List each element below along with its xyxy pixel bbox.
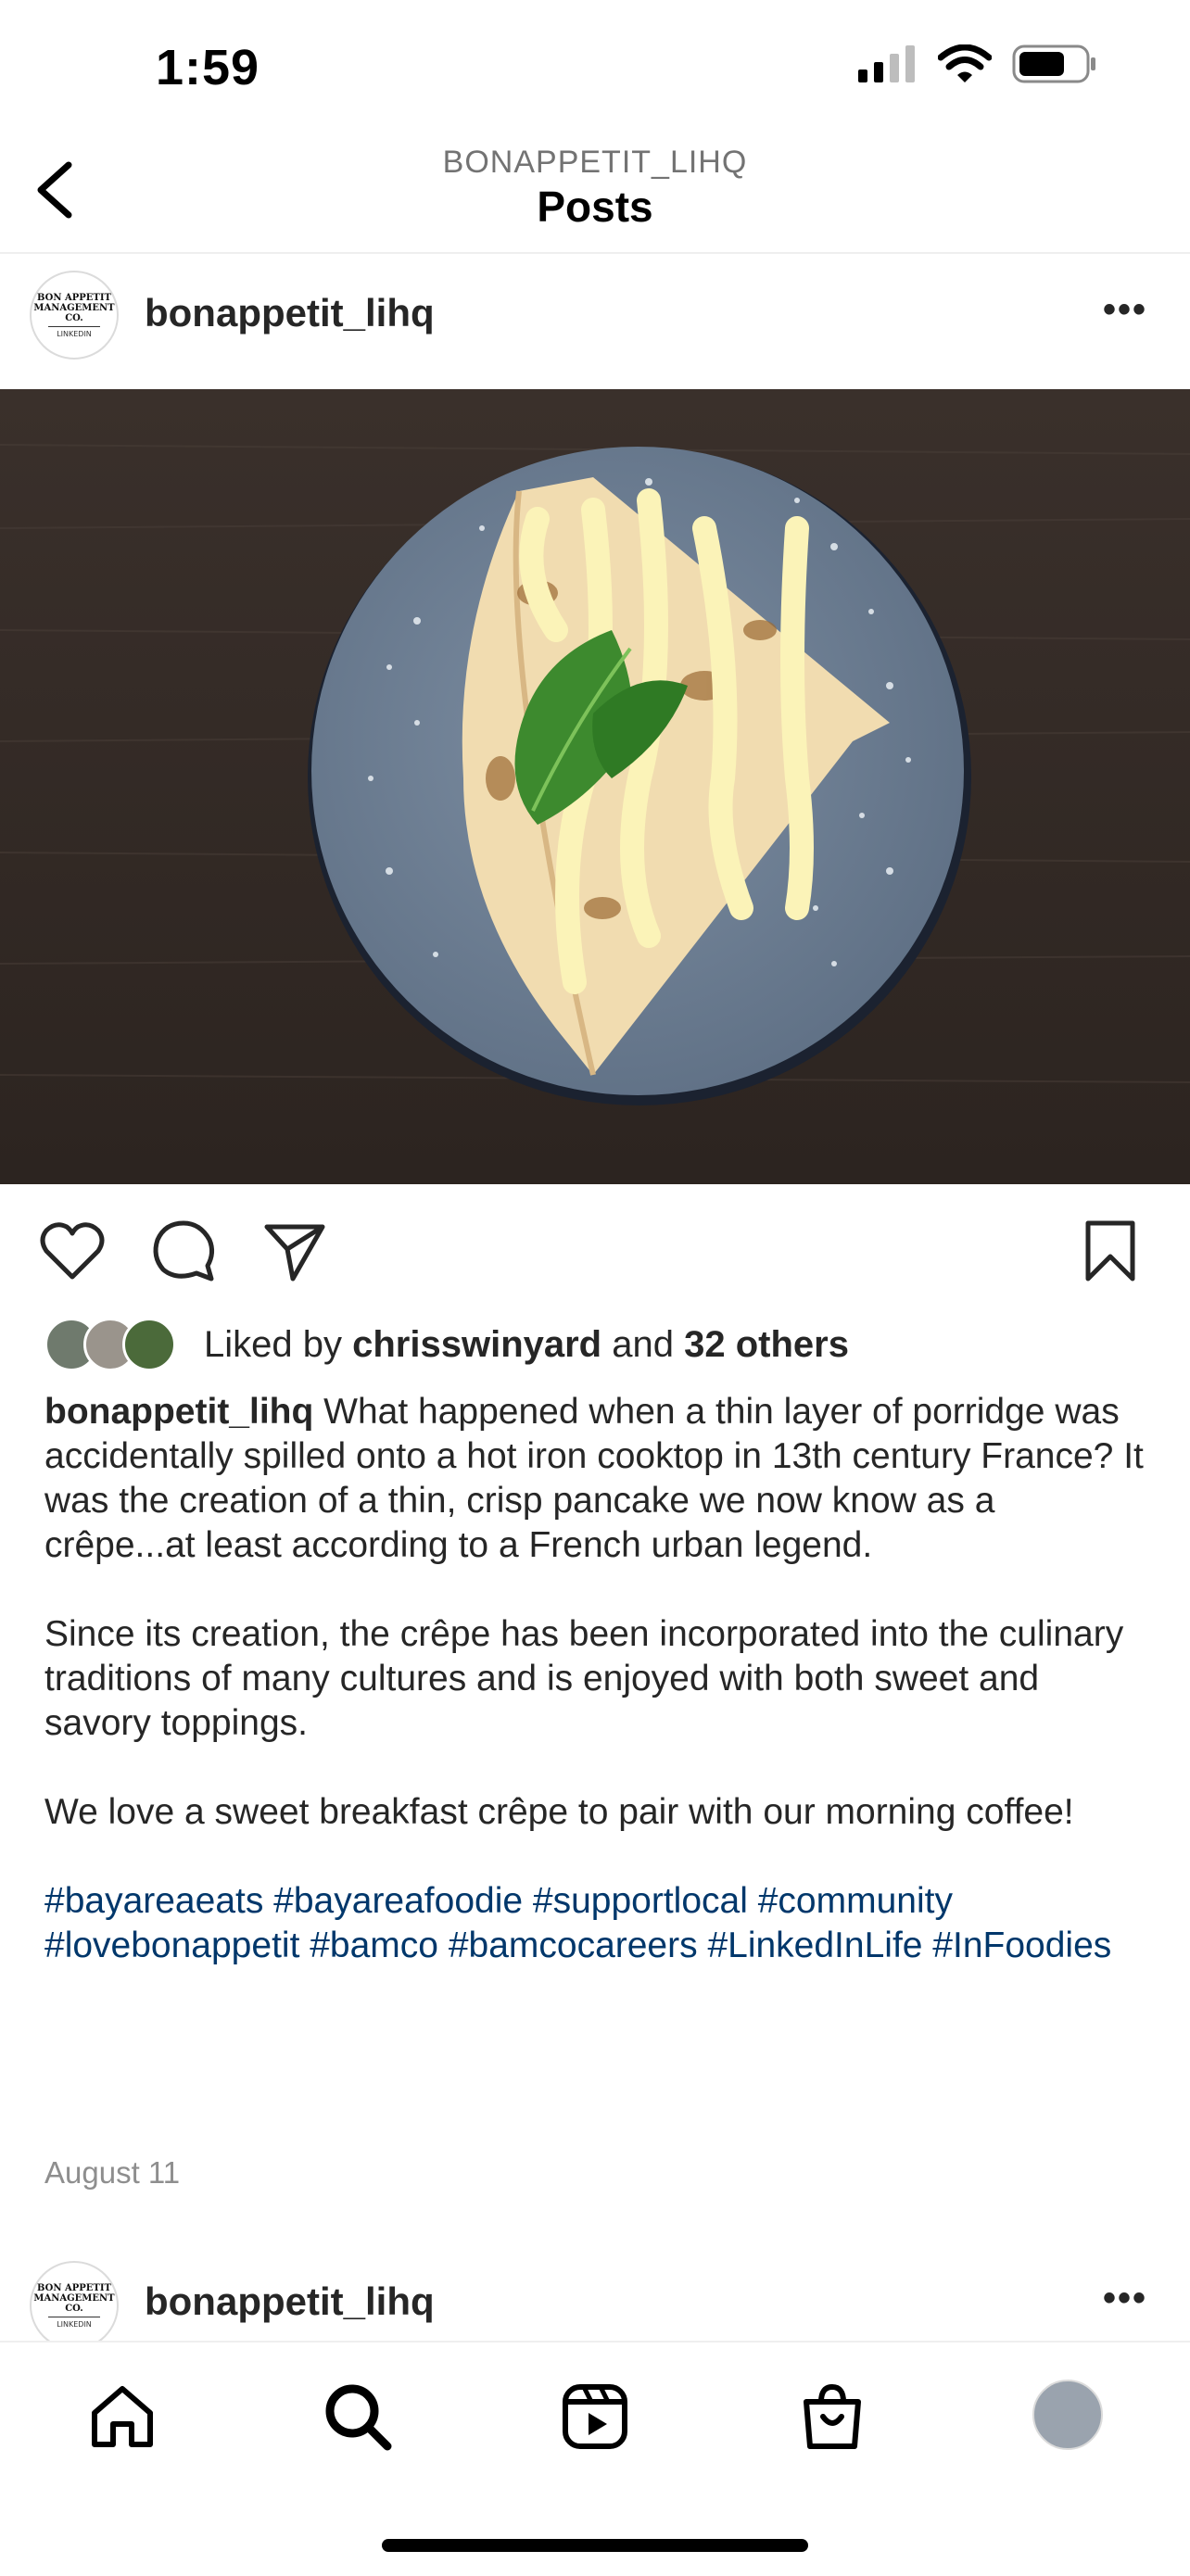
caption-username[interactable]: bonappetit_lihq <box>44 1392 313 1432</box>
post-author-username[interactable]: bonappetit_lihq <box>145 291 435 335</box>
avatar-logo-subtext: LINKEDIN <box>57 329 92 338</box>
avatar-logo-text: BON APPETIT <box>37 292 111 303</box>
liker-avatar <box>122 1318 176 1371</box>
likes-others-count[interactable]: 32 others <box>684 1324 849 1365</box>
likes-and: and <box>612 1323 674 1365</box>
reels-icon[interactable] <box>558 2380 632 2454</box>
avatar-logo-text: BON APPETIT <box>37 2282 111 2293</box>
caption-paragraph-2: Since its creation, the crêpe has been i… <box>44 1614 1124 1743</box>
next-post-author-username[interactable]: bonappetit_lihq <box>145 2279 435 2324</box>
caption-hashtags[interactable]: #bayareaeats #bayareafoodie #supportloca… <box>44 1879 1147 1968</box>
avatar-logo-text: MANAGEMENT CO. <box>33 302 115 323</box>
post-photo[interactable] <box>0 389 1190 1184</box>
caption-paragraph-3: We love a sweet breakfast crêpe to pair … <box>44 1792 1074 1832</box>
account-handle-subtitle: BONAPPETIT_LIHQ <box>442 145 748 180</box>
avatar-logo-divider <box>48 325 100 327</box>
search-icon[interactable] <box>321 2380 395 2454</box>
share-paper-plane-icon[interactable] <box>260 1216 330 1286</box>
home-indicator <box>382 2539 808 2552</box>
post-more-options-button[interactable]: ••• <box>1103 289 1147 331</box>
home-icon[interactable] <box>85 2380 159 2454</box>
shop-icon[interactable] <box>795 2380 869 2454</box>
next-post-author-avatar[interactable]: BON APPETIT MANAGEMENT CO. LINKEDIN <box>30 2261 119 2350</box>
likes-row[interactable]: Liked by chrisswinyard and 32 others <box>44 1318 849 1371</box>
save-bookmark-icon[interactable] <box>1075 1216 1146 1286</box>
wifi-icon <box>938 44 992 82</box>
post-caption: bonappetit_lihq What happened when a thi… <box>44 1390 1147 2013</box>
next-post-more-options-button[interactable]: ••• <box>1103 2278 1147 2319</box>
header-divider <box>0 252 1190 254</box>
likes-prefix: Liked by <box>204 1323 342 1365</box>
page-title: Posts <box>537 183 653 231</box>
comment-bubble-icon[interactable] <box>148 1216 219 1286</box>
status-icons <box>858 44 1097 83</box>
status-time: 1:59 <box>156 40 260 95</box>
likes-summary: Liked by chrisswinyard and 32 others <box>204 1324 849 1366</box>
avatar-logo-subtext: LINKEDIN <box>57 2319 92 2329</box>
like-heart-icon[interactable] <box>37 1216 108 1286</box>
post-date: August 11 <box>44 2155 181 2190</box>
post-author-avatar[interactable]: BON APPETIT MANAGEMENT CO. LINKEDIN <box>30 271 119 360</box>
battery-icon <box>1012 44 1095 83</box>
liked-by-username[interactable]: chrisswinyard <box>352 1324 601 1365</box>
profile-avatar[interactable] <box>1032 2380 1103 2450</box>
crepe-photo-image <box>0 389 1190 1184</box>
avatar-logo-text: MANAGEMENT CO. <box>33 2292 115 2314</box>
cellular-signal-icon <box>858 45 915 82</box>
